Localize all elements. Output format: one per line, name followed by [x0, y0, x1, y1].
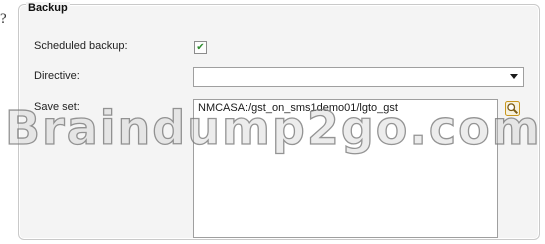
save-set-browse-button[interactable]: [505, 101, 520, 116]
chevron-down-icon: [510, 74, 518, 79]
backup-groupbox-title: Backup: [26, 2, 70, 14]
magnifier-icon: [505, 101, 520, 116]
directive-label: Directive:: [34, 70, 80, 82]
save-set-textarea[interactable]: NMCASA:/gst_on_sms1demo01/lgto_gst: [193, 99, 498, 238]
directive-select[interactable]: [193, 67, 524, 87]
scheduled-backup-checkbox[interactable]: ✔: [194, 41, 207, 54]
save-set-value: NMCASA:/gst_on_sms1demo01/lgto_gst: [198, 102, 398, 114]
question-mark: ?: [0, 11, 7, 27]
save-set-label: Save set:: [34, 101, 80, 113]
scheduled-backup-label: Scheduled backup:: [34, 40, 128, 52]
